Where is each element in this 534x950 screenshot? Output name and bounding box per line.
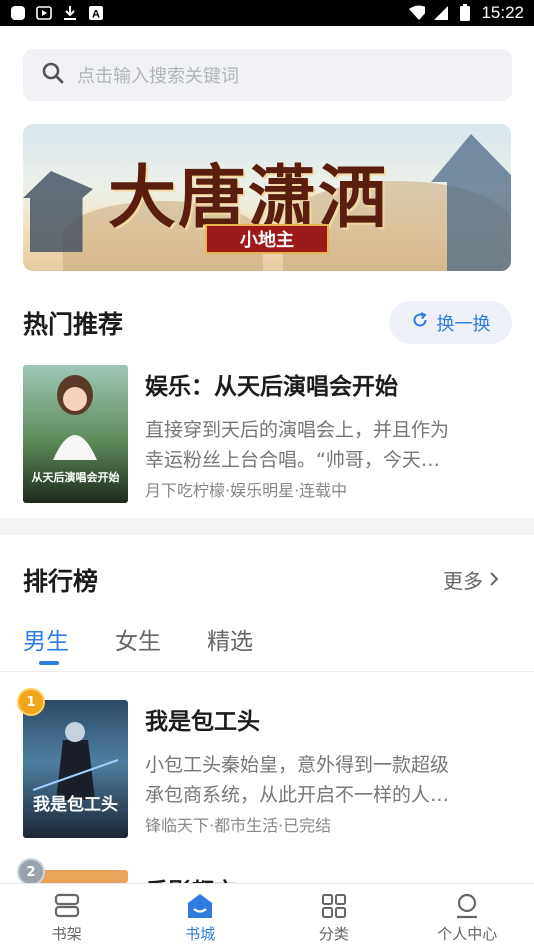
hot-section-title: 热门推荐 (23, 310, 124, 339)
hot-book-item[interactable]: 从天后演唱会开始 娱乐：从天后演唱会开始 直接穿到天后的演唱会上，并且作为 幸运… (23, 365, 512, 505)
status-left-icons: A (10, 5, 104, 21)
promo-banner[interactable]: 大唐潇洒 小地主 (23, 124, 511, 271)
more-link[interactable]: 更多 (443, 565, 499, 594)
nav-bookshelf[interactable]: 书架 (0, 884, 134, 950)
more-label: 更多 (443, 569, 483, 593)
book-title: 我是包工头 (145, 709, 260, 735)
nav-label: 个人中心 (437, 925, 498, 943)
category-grid-icon (319, 892, 349, 920)
search-icon (41, 61, 65, 89)
ranking-section-title: 排行榜 (23, 567, 99, 596)
tab-featured[interactable]: 精选 (207, 622, 253, 656)
person-icon (452, 892, 482, 920)
search-placeholder: 点击输入搜索关键词 (77, 66, 239, 87)
search-bar[interactable]: 点击输入搜索关键词 (23, 49, 512, 101)
refresh-label: 换一换 (436, 313, 491, 335)
nav-category[interactable]: 分类 (267, 884, 401, 950)
book-cover: 我是包工头 (23, 700, 128, 838)
status-time: 15:22 (481, 3, 524, 22)
download-icon (62, 5, 78, 21)
wifi-icon (409, 5, 426, 21)
section-divider (0, 518, 534, 535)
nav-profile[interactable]: 个人中心 (401, 884, 534, 950)
refresh-icon (411, 311, 429, 334)
book-title: 娱乐：从天后演唱会开始 (145, 374, 398, 400)
notification-dot-icon (10, 5, 26, 21)
book-desc-line: 承包商系统，从此开启不一样的人… (145, 784, 450, 806)
book-desc-line: 幸运粉丝上台合唱。“帅哥，今天… (145, 449, 440, 471)
tab-female[interactable]: 女生 (115, 622, 161, 656)
battery-icon (457, 4, 473, 21)
tab-male[interactable]: 男生 (23, 622, 69, 656)
book-title: 乐影都市 (145, 872, 237, 883)
media-icon (36, 5, 52, 21)
banner-subtitle: 小地主 (205, 224, 329, 254)
tab-divider (0, 671, 534, 672)
nav-label: 书架 (51, 925, 82, 943)
cover-title: 我是包工头 (33, 795, 118, 815)
book-desc-line: 直接穿到天后的演唱会上，并且作为 (145, 419, 450, 441)
chevron-right-icon (489, 568, 499, 592)
nav-label: 分类 (318, 925, 349, 943)
book-description: 直接穿到天后的演唱会上，并且作为 幸运粉丝上台合唱。“帅哥，今天… (145, 415, 512, 475)
refresh-button[interactable]: 换一换 (389, 301, 512, 344)
book-cover: 从天后演唱会开始 (23, 365, 128, 503)
nav-bookstore[interactable]: 书城 (134, 884, 268, 950)
book-meta: 月下吃柠檬·娱乐明星·连载中 (145, 481, 348, 500)
ranking-tabs: 男生 女生 精选 (23, 622, 253, 656)
status-right: 15:22 (409, 3, 524, 23)
svg-text:A: A (92, 9, 100, 21)
bookshelf-icon (52, 892, 82, 920)
ranking-book-item[interactable]: 我是包工头 我是包工头 小包工头秦始皇，意外得到一款超级 承包商系统，从此开启不… (23, 700, 512, 840)
cover-figure-art (32, 722, 119, 800)
active-tab-indicator (39, 661, 59, 665)
bookstore-icon (185, 892, 215, 920)
status-bar: A 15:22 (0, 0, 534, 26)
a-badge-icon: A (88, 5, 104, 21)
ranking-book-item[interactable]: 乐影都市 (23, 870, 512, 883)
book-meta: 锋临天下·都市生活·已完结 (145, 816, 332, 835)
signal-icon (433, 5, 449, 21)
cover-title: 从天后演唱会开始 (31, 471, 120, 484)
nav-label: 书城 (185, 925, 216, 943)
rank-badge-gold: 1 (17, 688, 45, 716)
banner-pagoda-left (23, 171, 93, 252)
book-description: 小包工头秦始皇，意外得到一款超级 承包商系统，从此开启不一样的人… (145, 750, 512, 810)
book-desc-line: 小包工头秦始皇，意外得到一款超级 (145, 754, 450, 776)
bottom-nav: 书架 书城 分类 个人中心 (0, 883, 534, 950)
rank-badge-silver: 2 (17, 858, 45, 886)
